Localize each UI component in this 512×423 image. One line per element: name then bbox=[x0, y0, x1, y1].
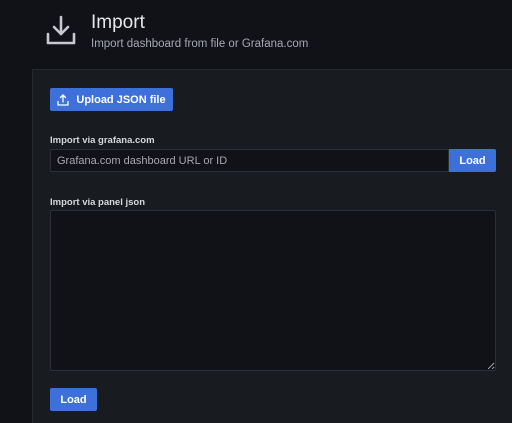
grafana-url-input[interactable] bbox=[50, 149, 449, 172]
grafana-import-label: Import via grafana.com bbox=[50, 135, 155, 146]
upload-icon bbox=[57, 93, 70, 106]
page-header: Import Import dashboard from file or Gra… bbox=[0, 0, 512, 68]
json-load-button[interactable]: Load bbox=[50, 388, 97, 411]
grafana-load-button[interactable]: Load bbox=[449, 149, 496, 172]
upload-json-label: Upload JSON file bbox=[76, 93, 166, 106]
upload-json-button[interactable]: Upload JSON file bbox=[50, 88, 173, 111]
page-title: Import bbox=[91, 12, 145, 33]
download-icon bbox=[46, 15, 76, 45]
panel-json-textarea[interactable] bbox=[50, 210, 496, 371]
import-page: Import Import dashboard from file or Gra… bbox=[0, 0, 512, 423]
panel-json-label: Import via panel json bbox=[50, 197, 146, 208]
page-subtitle: Import dashboard from file or Grafana.co… bbox=[91, 38, 309, 50]
